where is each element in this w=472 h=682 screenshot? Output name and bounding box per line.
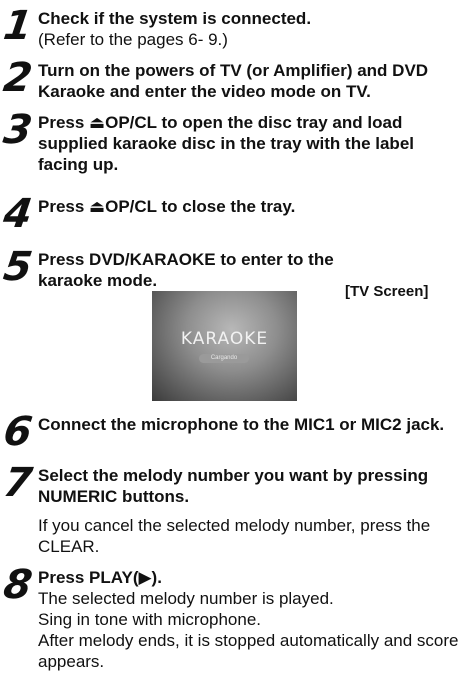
step-instruction: Press PLAY(▶). (38, 568, 162, 587)
step-number: 6 (0, 409, 36, 455)
tv-screen-label: [TV Screen] (345, 283, 429, 300)
step-instruction: Press ⏏OP/CL to open the disc tray and l… (38, 113, 414, 174)
step-number: 2 (0, 55, 36, 101)
step-number: 3 (0, 107, 36, 153)
step-instruction: Select the melody number you want by pre… (38, 466, 429, 506)
tv-screen-title: KARAOKE (180, 329, 269, 349)
step-number: 8 (0, 562, 36, 608)
step-note: (Refer to the pages 6- 9.) (38, 30, 228, 49)
step-number: 5 (0, 244, 36, 290)
step-number: 1 (0, 3, 36, 49)
step-instruction: Press ⏏OP/CL to close the tray. (38, 197, 296, 216)
step-note-line: Sing in tone with microphone. (38, 610, 262, 629)
step-note-line: The selected melody number is played. (38, 589, 334, 608)
step-instruction: Connect the microphone to the MIC1 or MI… (38, 415, 445, 434)
step-number: 4 (0, 191, 36, 237)
tv-screen-image: KARAOKE Cargando (152, 291, 297, 401)
step-number: 7 (0, 460, 36, 506)
step-note: If you cancel the selected melody number… (38, 516, 431, 556)
step-instruction: Check if the system is connected. (38, 9, 312, 28)
tv-screen-pill: Cargando (199, 354, 249, 363)
step-instruction: Turn on the powers of TV (or Amplifier) … (38, 61, 429, 101)
step-note-line: After melody ends, it is stopped automat… (38, 631, 459, 671)
step-instruction: Press DVD/KARAOKE to enter to the karaok… (38, 250, 334, 290)
